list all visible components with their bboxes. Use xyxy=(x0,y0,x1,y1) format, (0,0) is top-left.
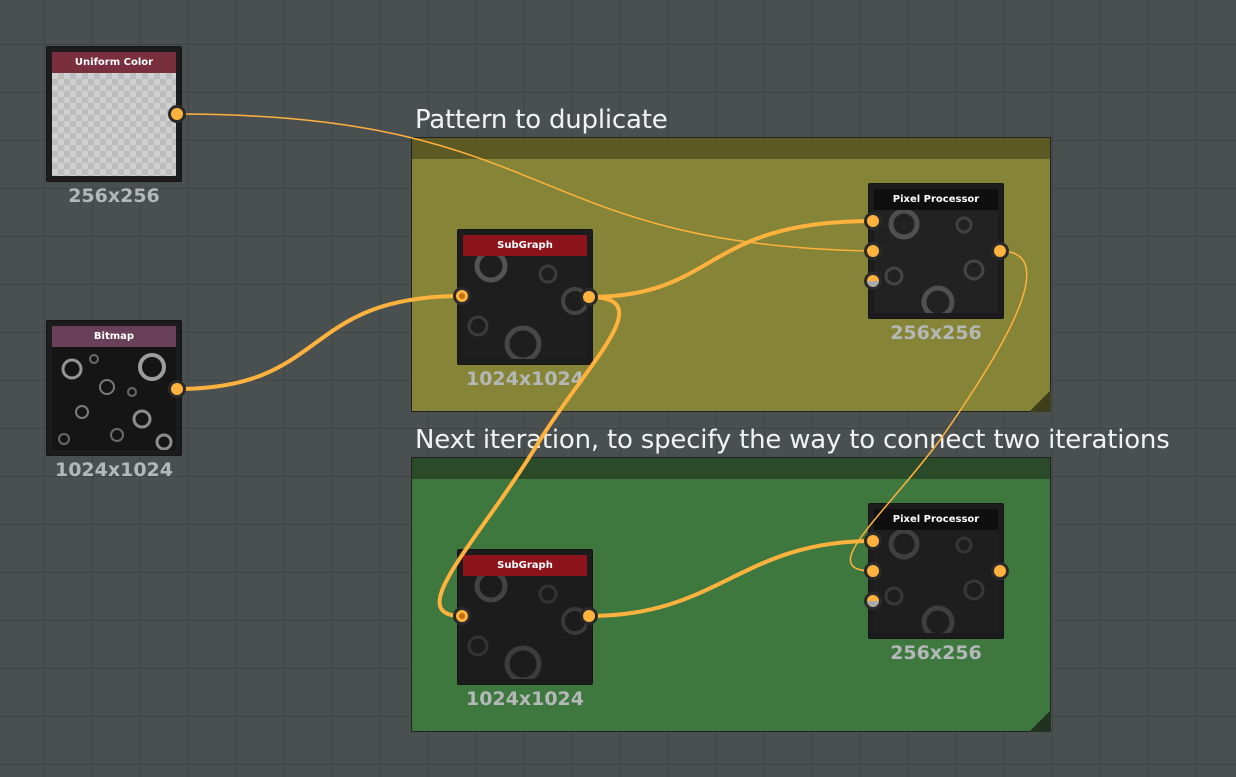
wire-sg2-to-pp2 xyxy=(587,539,875,618)
wire-sg1-to-pp1 xyxy=(587,219,875,299)
wire-bitmap-to-sg1 xyxy=(175,294,464,391)
subgraph-1-output-port[interactable] xyxy=(580,288,598,306)
subgraph-2-input-port[interactable] xyxy=(453,607,471,625)
pixel-processor-1-input-port-2[interactable] xyxy=(864,242,882,260)
pixel-processor-1-input-port-1[interactable] xyxy=(864,212,882,230)
pixel-processor-2-output-port[interactable] xyxy=(991,562,1009,580)
bitmap-output-port[interactable] xyxy=(168,380,186,398)
wire-uniform-to-pp1 xyxy=(176,113,874,252)
pixel-processor-2-input-port-1[interactable] xyxy=(864,532,882,550)
subgraph-2-output-port[interactable] xyxy=(580,607,598,625)
uniform-color-output-port[interactable] xyxy=(168,105,186,123)
pixel-processor-2-input-port-3[interactable] xyxy=(864,592,882,610)
wire-pp1-to-pp2 xyxy=(849,250,1028,572)
pixel-processor-1-input-port-3[interactable] xyxy=(864,272,882,290)
pixel-processor-1-output-port[interactable] xyxy=(991,242,1009,260)
pixel-processor-2-input-port-2[interactable] xyxy=(864,562,882,580)
wire-sg1-to-sg2-loop xyxy=(437,295,622,618)
subgraph-1-input-port[interactable] xyxy=(453,287,471,305)
